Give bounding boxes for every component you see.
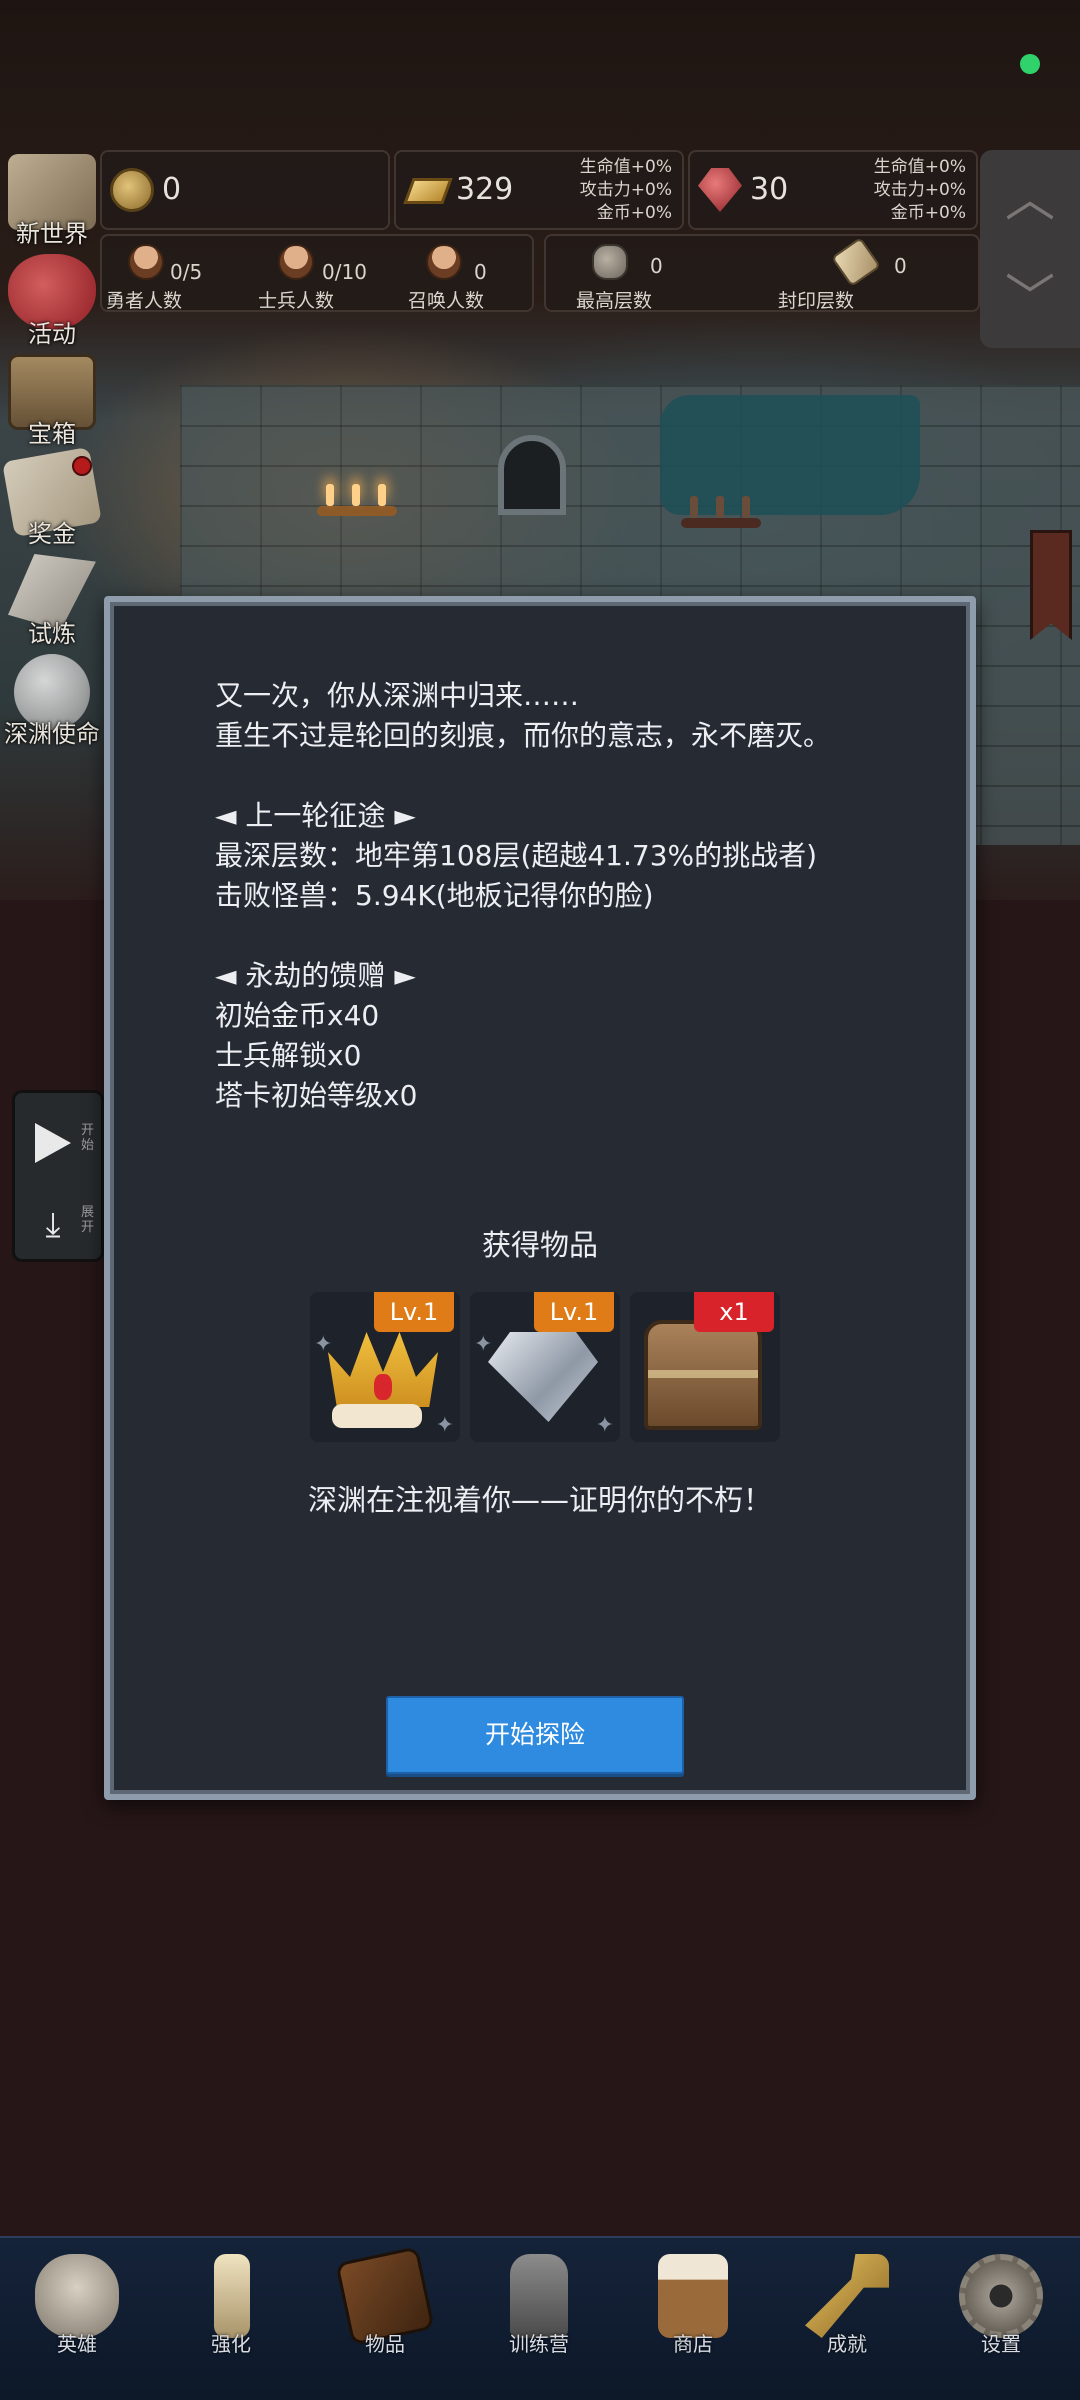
hero-head-icon <box>128 244 164 280</box>
side-item-events[interactable]: 活动 <box>2 250 102 348</box>
scroll-down-button[interactable]: ﹀ <box>980 249 1080 348</box>
nav-items[interactable]: 物品 <box>308 2238 462 2400</box>
section-heading-eternal-gift: ◄ 永劫的馈赠 ► <box>215 959 416 992</box>
bottom-nav: 英雄 强化 物品 训练营 商店 成就 设置 <box>0 2236 1080 2400</box>
rebirth-dialog: 又一次，你从深渊中归来…… 重生不过是轮回的刻痕，而你的意志，永不磨灭。 ◄ 上… <box>104 596 976 1800</box>
stone-icon <box>592 244 628 280</box>
skull-icon <box>35 2254 119 2338</box>
candle-icon <box>214 2254 250 2338</box>
summons-stat: 0 召唤人数 <box>402 236 532 314</box>
nav-achievements[interactable]: 成就 <box>770 2238 924 2400</box>
gift-line: 塔卡初始等级x0 <box>215 1079 418 1112</box>
nav-shop[interactable]: 商店 <box>616 2238 770 2400</box>
arched-window <box>498 435 566 515</box>
rebirth-message: 又一次，你从深渊中归来…… 重生不过是轮回的刻痕，而你的意志，永不磨灭。 ◄ 上… <box>215 676 831 1116</box>
chandelier-lit <box>312 468 402 538</box>
auto-play-panel: 开始 ⤓ 展开 <box>12 1090 104 1262</box>
monsters-defeated-line: 击败怪兽：5.94K(地板记得你的脸) <box>215 879 654 912</box>
expand-small-label: 展开 <box>81 1205 95 1235</box>
side-item-chest[interactable]: 宝箱 <box>2 350 102 448</box>
floor-panel: 0 最高层数 0 封印层数 <box>544 234 980 312</box>
item-level-tag: Lv.1 <box>374 1292 454 1332</box>
wall-banner <box>1030 530 1072 640</box>
start-small-label: 开始 <box>81 1123 95 1153</box>
abyss-message: 深渊在注视着你——证明你的不朽！ <box>307 1483 772 1517</box>
gem-icon <box>698 168 742 212</box>
reward-slot-chest[interactable]: x1 <box>630 1292 780 1442</box>
gold-panel: 329 生命值+0% 攻击力+0% 金币+0% <box>394 150 684 230</box>
diamond-icon <box>488 1332 598 1422</box>
reward-slot-crown[interactable]: ✦ ✦ Lv.1 <box>310 1292 460 1442</box>
side-item-trial[interactable]: 试炼 <box>2 550 102 648</box>
notification-badge <box>72 456 92 476</box>
gold-bar-icon <box>403 178 453 204</box>
chandelier-dark <box>676 480 766 550</box>
status-dot <box>1020 54 1040 74</box>
nav-settings[interactable]: 设置 <box>924 2238 1078 2400</box>
nav-training[interactable]: 训练营 <box>462 2238 616 2400</box>
summon-head-icon <box>426 244 462 280</box>
nav-heroes[interactable]: 英雄 <box>0 2238 154 2400</box>
key-icon <box>805 2254 889 2338</box>
soldier-head-icon <box>278 244 314 280</box>
side-item-new-world[interactable]: 新世界 <box>2 150 102 248</box>
gold-bonus: 生命值+0% 攻击力+0% 金币+0% <box>579 157 672 223</box>
reward-slot-diamond[interactable]: ✦ ✦ Lv.1 <box>470 1292 620 1442</box>
start-exploration-button[interactable]: 开始探险 <box>386 1696 684 1774</box>
coin-icon <box>110 168 154 212</box>
gear-icon <box>959 2254 1043 2338</box>
gem-value: 30 <box>750 172 789 207</box>
gem-bonus: 生命值+0% 攻击力+0% 金币+0% <box>873 157 966 223</box>
section-heading-last-journey: ◄ 上一轮征途 ► <box>215 799 416 832</box>
scroll-up-button[interactable]: ︿ <box>980 150 1080 249</box>
heroes-stat: 0/5 勇者人数 <box>102 236 247 314</box>
scroll-icon <box>830 236 882 288</box>
sealed-floor-stat: 0 封印层数 <box>756 236 976 314</box>
message-line: 又一次，你从深渊中归来…… <box>215 679 580 712</box>
item-level-tag: Lv.1 <box>534 1292 614 1332</box>
play-icon[interactable] <box>35 1123 71 1163</box>
scroll-arrow-panel: ︿ ﹀ <box>980 150 1080 348</box>
item-count-tag: x1 <box>694 1292 774 1332</box>
gift-line: 士兵解锁x0 <box>215 1039 362 1072</box>
gift-line: 初始金币x40 <box>215 999 380 1032</box>
side-item-abyss-mission[interactable]: 深渊使命 <box>2 650 102 748</box>
message-line: 重生不过是轮回的刻痕，而你的意志，永不磨灭。 <box>215 719 832 752</box>
gem-panel: 30 生命值+0% 攻击力+0% 金币+0% <box>688 150 978 230</box>
gold-value: 329 <box>456 172 514 207</box>
nav-enhance[interactable]: 强化 <box>154 2238 308 2400</box>
rewards-title: 获得物品 <box>481 1228 598 1262</box>
collapse-icon[interactable]: ⤓ <box>33 1205 73 1245</box>
coin-panel: 0 <box>100 150 390 230</box>
coin-value: 0 <box>162 172 182 207</box>
lantern-icon <box>510 2254 568 2338</box>
soldiers-stat: 0/10 士兵人数 <box>252 236 402 314</box>
mug-icon <box>658 2254 728 2338</box>
deepest-floor-line: 最深层数：地牢第108层(超越41.73%的挑战者) <box>215 839 818 872</box>
max-floor-stat: 0 最高层数 <box>546 236 746 314</box>
population-panel: 0/5 勇者人数 0/10 士兵人数 0 召唤人数 <box>100 234 534 312</box>
